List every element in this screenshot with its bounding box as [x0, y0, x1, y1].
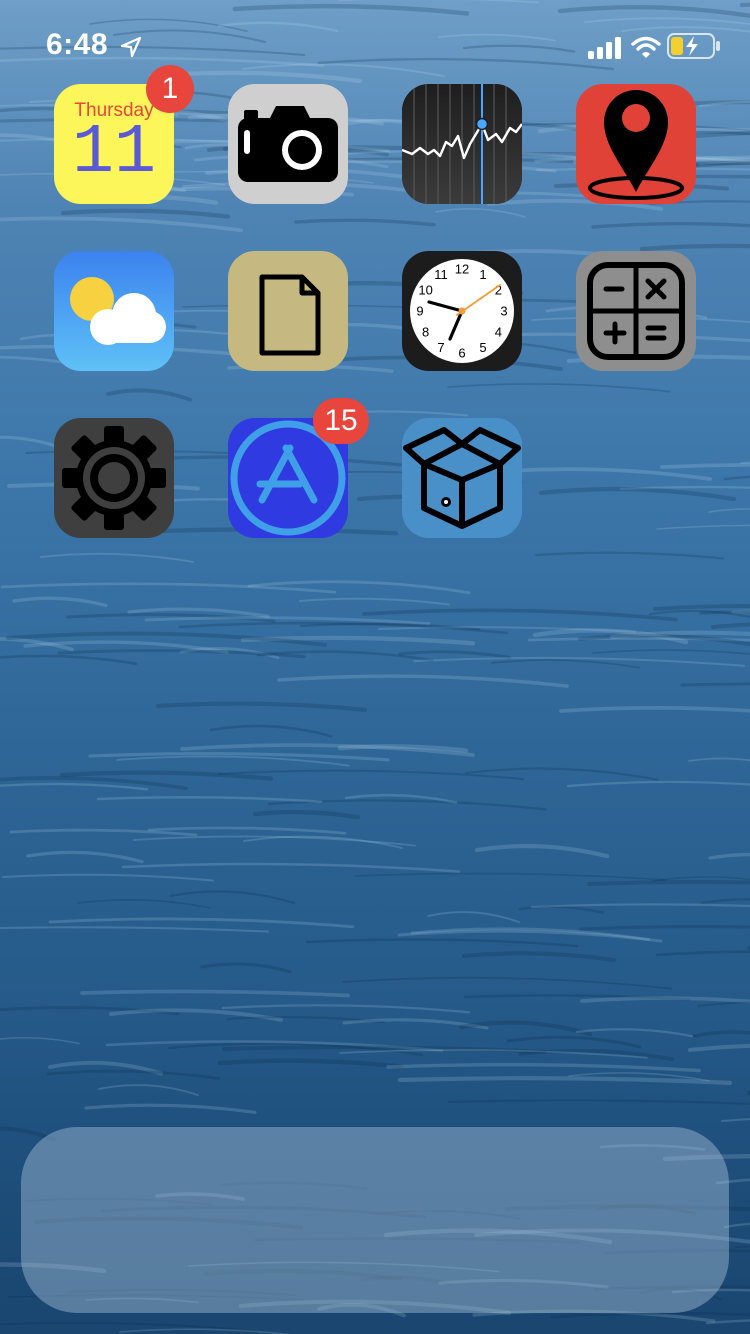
clock-number: 8 — [422, 325, 429, 340]
clock-number: 10 — [418, 283, 432, 298]
files-app-icon[interactable] — [228, 251, 348, 371]
clock-number: 5 — [479, 340, 486, 355]
package-app-icon[interactable] — [402, 418, 522, 538]
clock-number: 9 — [416, 304, 423, 319]
calendar-date-label: 11 — [71, 114, 156, 193]
calculator-app-icon[interactable] — [576, 251, 696, 371]
maps-app-icon[interactable] — [576, 84, 696, 204]
settings-app-icon[interactable] — [54, 418, 174, 538]
document-icon — [259, 274, 321, 356]
dock — [21, 1127, 729, 1313]
location-arrow-icon — [120, 36, 142, 58]
clock-number: 12 — [455, 262, 469, 277]
camera-app-icon[interactable] — [228, 84, 348, 204]
clock-number: 11 — [434, 267, 448, 282]
clock-number: 3 — [500, 304, 507, 319]
stocks-chart-icon — [402, 84, 522, 204]
clock-number: 6 — [458, 346, 465, 361]
stocks-app-icon[interactable] — [402, 84, 522, 204]
clock-number: 1 — [479, 267, 486, 282]
calculator-icon — [587, 262, 685, 360]
calendar-badge: 1 — [146, 65, 194, 113]
clock-number: 4 — [495, 325, 502, 340]
weather-sun-cloud-icon — [54, 251, 174, 371]
wifi-icon — [631, 36, 661, 58]
battery-charging-icon — [667, 33, 720, 59]
clock-number: 2 — [495, 283, 502, 298]
clock-icon: 12 12 3 45678 9 1011 — [410, 259, 514, 363]
cellular-signal-icon — [588, 37, 621, 59]
app-store-badge: 15 — [313, 398, 369, 444]
home-screen: 6:48 Thursday 11 1 12 1 2 3 4 5 6 7 8 9 … — [0, 0, 750, 1334]
gear-icon — [62, 426, 166, 530]
status-time: 6:48 — [46, 28, 109, 61]
camera-icon — [238, 106, 338, 182]
clock-number: 7 — [437, 340, 444, 355]
clock-app-icon[interactable]: 12 1 2 3 4 5 6 7 8 9 10 11 — [402, 251, 522, 371]
weather-app-icon[interactable] — [54, 251, 174, 371]
status-bar: 6:48 — [0, 0, 750, 90]
map-pin-icon — [588, 90, 684, 200]
open-box-icon — [403, 427, 521, 529]
